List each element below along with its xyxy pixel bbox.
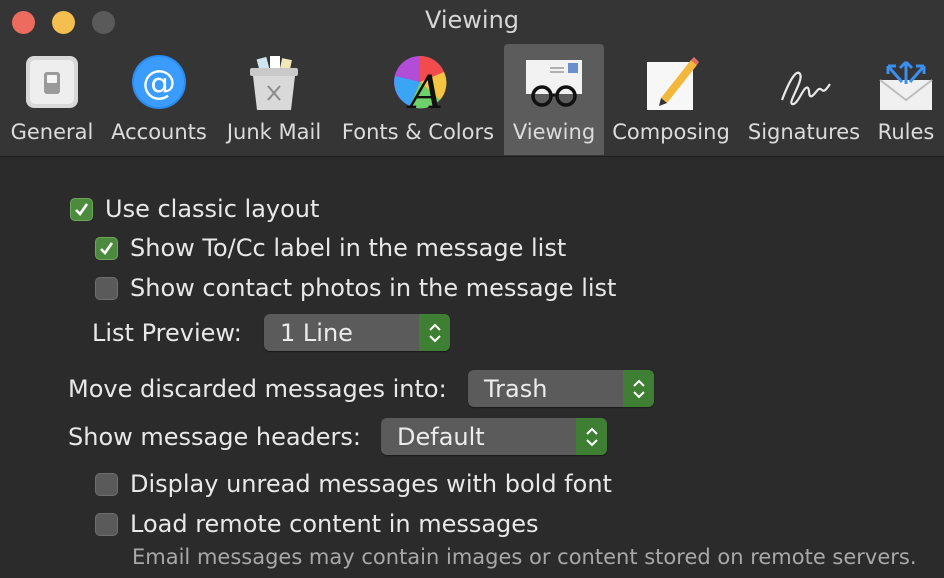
tab-composing[interactable]: Composing bbox=[608, 44, 734, 155]
tab-label: General bbox=[10, 120, 94, 144]
show-to-cc-checkbox[interactable] bbox=[95, 236, 118, 260]
bold-unread-label: Display unread messages with bold font bbox=[130, 470, 612, 498]
bold-unread-row: Display unread messages with bold font bbox=[95, 470, 612, 498]
bold-unread-checkbox[interactable] bbox=[95, 472, 118, 496]
at-sign-icon: @ bbox=[132, 55, 186, 109]
tab-fonts-colors[interactable]: A Fonts & Colors bbox=[336, 44, 500, 155]
tab-label: Signatures bbox=[747, 120, 861, 144]
list-preview-value: 1 Line bbox=[280, 318, 353, 347]
tab-label: Rules bbox=[877, 120, 935, 144]
use-classic-layout-row: Use classic layout bbox=[70, 195, 319, 223]
tab-label: Viewing bbox=[512, 120, 596, 144]
checkmark-icon bbox=[75, 202, 89, 216]
use-classic-layout-checkbox[interactable] bbox=[70, 197, 93, 221]
list-preview-label-text: List Preview: bbox=[92, 319, 242, 347]
updown-chevron-icon bbox=[419, 314, 450, 351]
load-remote-label: Load remote content in messages bbox=[130, 510, 539, 538]
viewing-preferences-pane: Use classic layout Show To/Cc label in t… bbox=[0, 157, 944, 578]
show-headers-label-text: Show message headers: bbox=[68, 423, 362, 451]
show-headers-popup[interactable]: Default bbox=[381, 418, 607, 455]
move-discarded-popup[interactable]: Trash bbox=[468, 370, 654, 407]
svg-text:A: A bbox=[406, 65, 443, 114]
tab-viewing[interactable]: Viewing bbox=[504, 44, 604, 155]
tab-junk-mail[interactable]: Junk Mail bbox=[220, 44, 328, 155]
tab-signatures[interactable]: Signatures bbox=[742, 44, 866, 155]
show-to-cc-row: Show To/Cc label in the message list bbox=[95, 234, 566, 262]
tab-general[interactable]: General bbox=[2, 44, 102, 155]
rules-envelope-icon bbox=[879, 60, 933, 110]
signature-icon bbox=[780, 71, 831, 106]
tab-accounts[interactable]: @ Accounts bbox=[106, 44, 212, 155]
updown-chevron-icon bbox=[576, 418, 607, 455]
show-contact-photos-label: Show contact photos in the message list bbox=[130, 274, 617, 302]
window-title: Viewing bbox=[424, 6, 520, 34]
show-headers-value: Default bbox=[397, 422, 485, 451]
font-color-wheel-icon: A bbox=[394, 56, 447, 114]
show-contact-photos-checkbox[interactable] bbox=[95, 276, 118, 300]
pencil-paper-icon bbox=[647, 57, 699, 110]
checkmark-icon bbox=[100, 241, 114, 255]
junk-trash-icon bbox=[250, 56, 298, 110]
list-preview-label: List Preview: bbox=[92, 319, 242, 347]
remote-content-note: Email messages may contain images or con… bbox=[132, 545, 917, 569]
tab-rules[interactable]: Rules bbox=[870, 44, 942, 155]
tab-label: Fonts & Colors bbox=[341, 120, 495, 144]
move-discarded-value: Trash bbox=[484, 374, 548, 403]
move-discarded-label: Move discarded messages into: bbox=[68, 375, 447, 403]
tab-label: Composing bbox=[612, 120, 730, 144]
glasses-envelope-icon bbox=[526, 60, 582, 107]
show-contact-photos-row: Show contact photos in the message list bbox=[95, 274, 616, 302]
move-discarded-label-text: Move discarded messages into: bbox=[68, 375, 447, 403]
show-headers-label: Show message headers: bbox=[68, 423, 361, 451]
load-remote-row: Load remote content in messages bbox=[95, 510, 539, 538]
use-classic-layout-label: Use classic layout bbox=[105, 195, 320, 223]
load-remote-checkbox[interactable] bbox=[95, 512, 118, 536]
title-bar: Viewing General @ Accounts Junk Mail A F… bbox=[0, 0, 944, 157]
general-switch-icon bbox=[26, 56, 78, 108]
tab-label: Junk Mail bbox=[226, 120, 322, 144]
tab-label: Accounts bbox=[111, 120, 207, 144]
list-preview-popup[interactable]: 1 Line bbox=[264, 314, 450, 351]
show-to-cc-label: Show To/Cc label in the message list bbox=[130, 234, 567, 262]
updown-chevron-icon bbox=[623, 370, 654, 407]
svg-text:@: @ bbox=[142, 63, 176, 103]
